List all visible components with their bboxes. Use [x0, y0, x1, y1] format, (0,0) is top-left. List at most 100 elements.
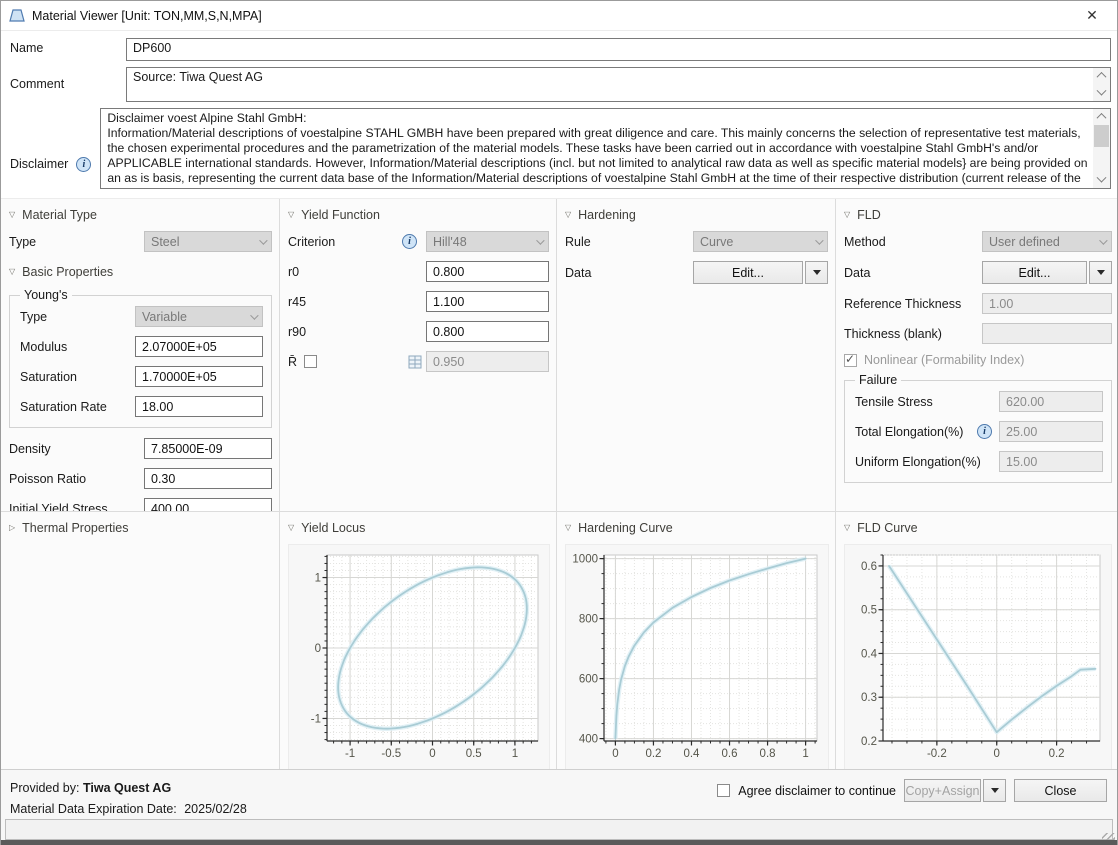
yield-function-column: ▽ Yield Function Criterion i Hill'48 r0 … [280, 199, 557, 511]
criterion-label: Criterion [288, 235, 402, 249]
section-thermal-properties[interactable]: ▷ Thermal Properties [9, 521, 272, 535]
section-basic-properties[interactable]: ▽ Basic Properties [9, 265, 272, 279]
fld-curve-chartbox: -0.200.20.20.30.40.50.6 [844, 544, 1112, 769]
hardening-data-label: Data [565, 266, 693, 280]
provided-by-label: Provided by: [10, 781, 79, 795]
section-fld-curve[interactable]: ▽ FLD Curve [844, 521, 1112, 535]
section-material-type[interactable]: ▽ Material Type [9, 208, 272, 222]
fld-edit-dropdown-button[interactable] [1089, 261, 1112, 284]
section-hardening[interactable]: ▽ Hardening [565, 208, 828, 222]
comment-value: Source: Tiwa Quest AG [127, 68, 1110, 87]
input-value: 0.800 [433, 325, 464, 339]
section-title: Yield Locus [301, 521, 365, 535]
scroll-down-icon[interactable] [1093, 86, 1110, 101]
criterion-info-icon[interactable]: i [402, 234, 417, 249]
hardening-edit-dropdown-button[interactable] [805, 261, 828, 284]
hardening-curve-panel: ▽ Hardening Curve 00.20.40.60.8140060080… [557, 511, 836, 769]
section-title: Hardening [578, 208, 636, 222]
svg-text:0.5: 0.5 [466, 748, 482, 760]
expiration-value: 2025/02/28 [184, 802, 247, 816]
disclaimer-textbox[interactable]: Disclaimer voest Alpine Stahl GmbH: Info… [100, 108, 1111, 189]
yield-locus-chart: -1-0.500.51-101 [291, 548, 547, 764]
dropdown-arrow-icon [1097, 270, 1105, 275]
fld-method-select: User defined [982, 231, 1112, 252]
saturation-input[interactable]: 1.70000E+05 [135, 366, 263, 387]
saturation-rate-input[interactable]: 18.00 [135, 396, 263, 417]
footer: Provided by: Tiwa Quest AG Material Data… [1, 769, 1117, 845]
reference-thickness-input: 1.00 [982, 293, 1112, 314]
collapse-icon: ▽ [288, 211, 294, 219]
tensile-stress-input: 620.00 [999, 391, 1103, 412]
thermal-properties-column: ▷ Thermal Properties [1, 511, 280, 769]
r90-input[interactable]: 0.800 [426, 321, 549, 342]
button-label: Edit... [1019, 266, 1051, 280]
input-value: 400.00 [151, 502, 189, 511]
hardening-data-splitbutton: Edit... [693, 261, 828, 284]
name-value: DP600 [127, 39, 1110, 58]
agree-disclaimer-checkbox[interactable] [717, 784, 730, 797]
svg-text:400: 400 [579, 734, 598, 746]
copy-assign-dropdown-button[interactable] [983, 779, 1006, 802]
scrollbar-thumb[interactable] [1094, 125, 1109, 147]
thickness-blank-input [982, 323, 1112, 344]
scroll-up-icon[interactable] [1093, 109, 1110, 124]
svg-text:0.8: 0.8 [760, 748, 776, 760]
select-value: User defined [989, 235, 1060, 249]
comment-scrollbar[interactable] [1093, 68, 1110, 101]
section-hardening-curve[interactable]: ▽ Hardening Curve [565, 521, 828, 535]
rule-label: Rule [565, 235, 693, 249]
svg-text:800: 800 [579, 614, 598, 626]
material-viewer-dialog: Material Viewer [Unit: TON,MM,S,N,MPA] ✕… [0, 0, 1118, 845]
comment-input[interactable]: Source: Tiwa Quest AG [126, 67, 1111, 102]
type-label: Type [9, 235, 144, 249]
close-window-icon[interactable]: ✕ [1077, 7, 1107, 24]
scroll-up-icon[interactable] [1093, 68, 1110, 83]
svg-text:-1: -1 [311, 713, 321, 725]
failure-group: Failure Tensile Stress 620.00 Total Elon… [844, 373, 1112, 483]
poisson-ratio-input[interactable]: 0.30 [144, 468, 272, 489]
section-title: Yield Function [301, 208, 380, 222]
collapse-icon: ▽ [565, 211, 571, 219]
density-label: Density [9, 442, 144, 456]
svg-text:0.2: 0.2 [1049, 748, 1065, 760]
r0-input[interactable]: 0.800 [426, 261, 549, 282]
select-value: Steel [151, 235, 180, 249]
fld-edit-button[interactable]: Edit... [982, 261, 1087, 284]
rbar-input: 0.950 [426, 351, 549, 372]
section-yield-locus[interactable]: ▽ Yield Locus [288, 521, 549, 535]
modulus-input[interactable]: 2.07000E+05 [135, 336, 263, 357]
density-input[interactable]: 7.85000E-09 [144, 438, 272, 459]
title-bar: Material Viewer [Unit: TON,MM,S,N,MPA] ✕ [1, 1, 1117, 31]
chevron-down-icon [259, 236, 267, 244]
progress-bar [5, 819, 1113, 840]
material-type-select: Steel [144, 231, 272, 252]
r0-label: r0 [288, 265, 426, 279]
section-title: Basic Properties [22, 265, 113, 279]
saturation-rate-label: Saturation Rate [18, 400, 135, 414]
name-input[interactable]: DP600 [126, 38, 1111, 61]
uniform-elongation-label: Uniform Elongation(%) [853, 455, 999, 469]
input-value: 0.950 [433, 355, 464, 369]
r45-input[interactable]: 1.100 [426, 291, 549, 312]
disclaimer-info-icon[interactable]: i [76, 157, 91, 172]
section-title: FLD [857, 208, 881, 222]
name-label: Name [1, 38, 126, 61]
section-fld[interactable]: ▽ FLD [844, 208, 1112, 222]
rbar-checkbox[interactable] [304, 355, 317, 368]
svg-text:-1: -1 [345, 748, 355, 760]
table-edit-icon [408, 355, 422, 369]
disclaimer-scrollbar[interactable] [1093, 109, 1110, 188]
button-label: Copy+Assign [906, 784, 980, 798]
scroll-down-icon[interactable] [1093, 173, 1110, 188]
window-title: Material Viewer [Unit: TON,MM,S,N,MPA] [32, 9, 262, 23]
input-value: 620.00 [1006, 395, 1044, 409]
r90-label: r90 [288, 325, 426, 339]
comment-label: Comment [1, 67, 126, 102]
hardening-edit-button[interactable]: Edit... [693, 261, 803, 284]
input-value: 1.70000E+05 [142, 370, 217, 384]
initial-yield-stress-input[interactable]: 400.00 [144, 498, 272, 511]
close-button[interactable]: Close [1014, 779, 1107, 802]
input-value: 25.00 [1006, 425, 1037, 439]
section-yield-function[interactable]: ▽ Yield Function [288, 208, 549, 222]
total-elongation-info-icon[interactable]: i [977, 424, 992, 439]
